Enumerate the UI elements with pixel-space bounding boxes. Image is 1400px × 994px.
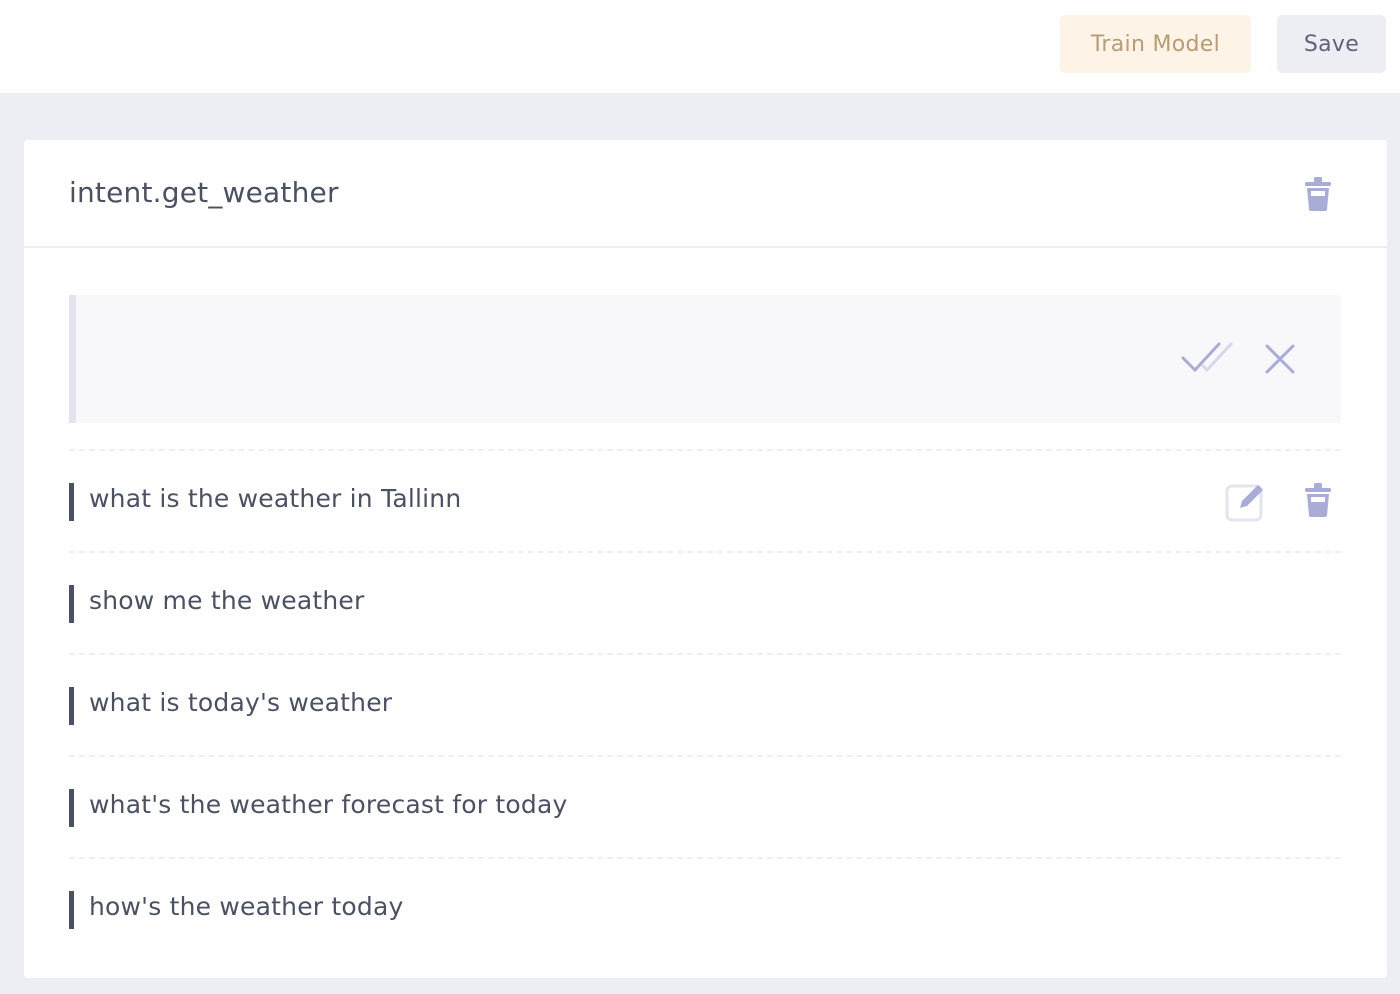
delete-example-trash-icon[interactable] [1304, 482, 1332, 518]
new-example-editor [69, 295, 1341, 423]
close-icon[interactable] [1264, 343, 1296, 375]
example-row[interactable]: how's the weather today [69, 857, 1341, 959]
example-row[interactable]: show me the weather [69, 551, 1341, 653]
example-text: what is the weather in Tallinn [89, 484, 462, 513]
double-check-icon[interactable] [1181, 340, 1233, 376]
delete-intent-trash-icon[interactable] [1304, 176, 1332, 212]
example-marker [69, 789, 74, 827]
example-marker [69, 687, 74, 725]
example-marker [69, 891, 74, 929]
intent-card-header: intent.get_weather [24, 140, 1387, 248]
example-text: what's the weather forecast for today [89, 790, 568, 819]
examples-list: what is the weather in Tallinn show me t… [69, 449, 1341, 959]
edit-pencil-icon[interactable] [1225, 480, 1267, 522]
intent-title: intent.get_weather [69, 176, 339, 209]
example-marker [69, 483, 74, 521]
example-row[interactable]: what's the weather forecast for today [69, 755, 1341, 857]
top-toolbar: Train Model Save [0, 0, 1400, 93]
intent-card: intent.get_weather what is the weather i… [24, 140, 1387, 978]
example-text: show me the weather [89, 586, 365, 615]
train-model-button[interactable]: Train Model [1060, 15, 1251, 73]
example-text: what is today's weather [89, 688, 393, 717]
example-row[interactable]: what is the weather in Tallinn [69, 449, 1341, 551]
example-text: how's the weather today [89, 892, 404, 921]
example-marker [69, 585, 74, 623]
new-example-input[interactable] [96, 295, 1156, 423]
save-button[interactable]: Save [1277, 15, 1386, 73]
example-row[interactable]: what is today's weather [69, 653, 1341, 755]
